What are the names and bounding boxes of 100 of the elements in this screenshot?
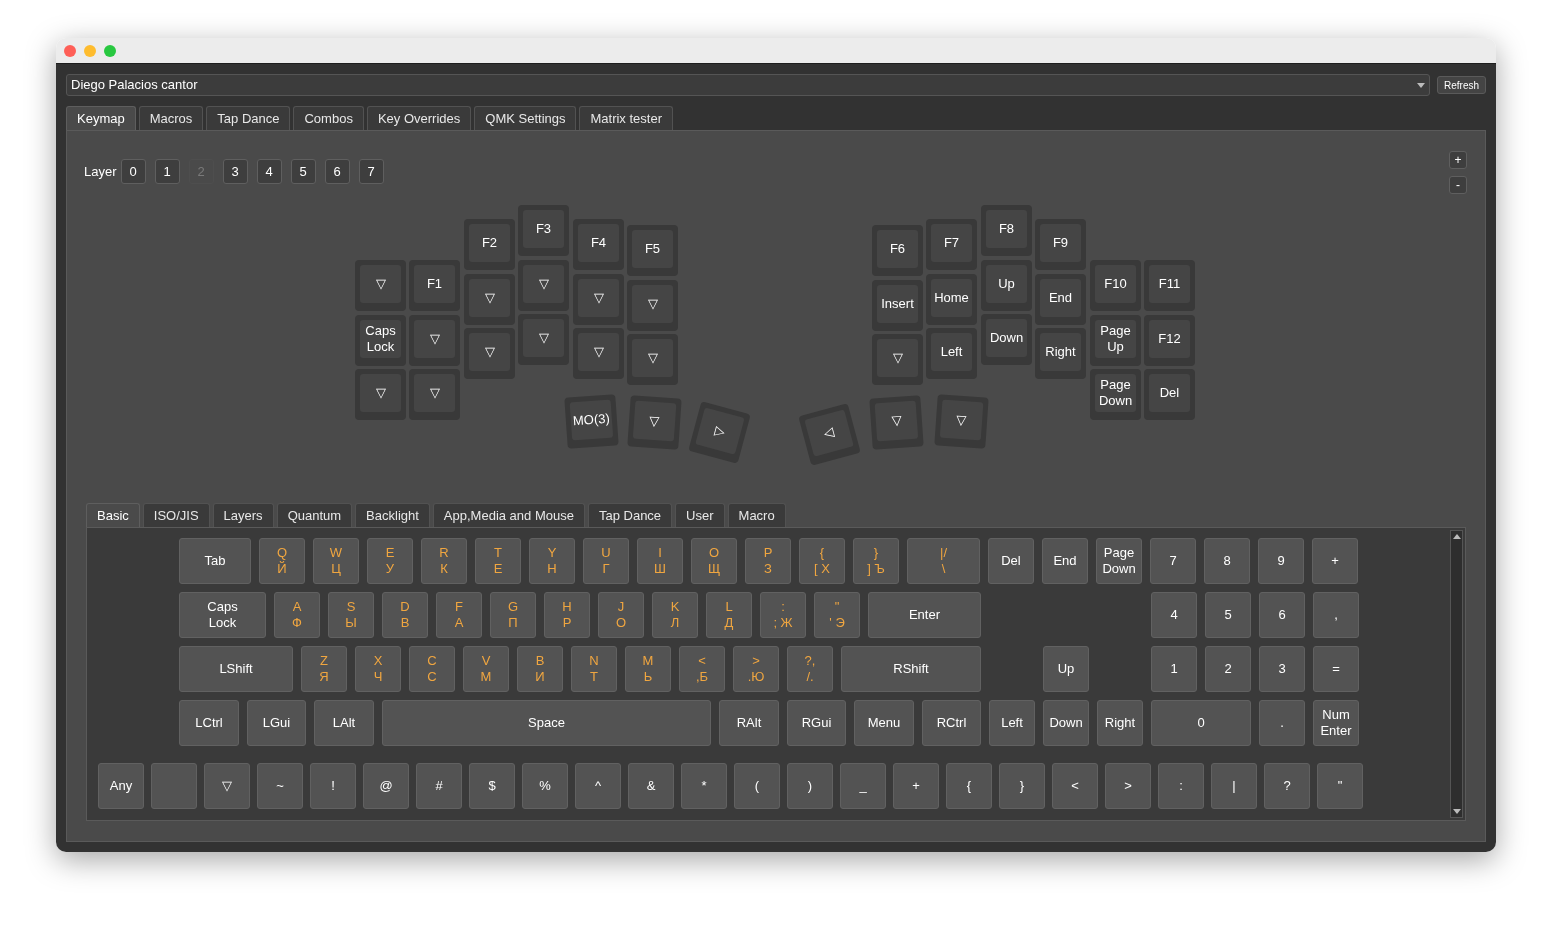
key[interactable]: 3 <box>1259 646 1305 692</box>
key[interactable]: A Ф <box>274 592 320 638</box>
key[interactable]: R К <box>421 538 467 584</box>
layer-button[interactable]: 1 <box>154 159 180 184</box>
key[interactable]: % <box>522 763 568 809</box>
keycap[interactable]: Del <box>1144 369 1195 420</box>
key[interactable]: 4 <box>1151 592 1197 638</box>
keycap[interactable]: Up <box>981 259 1032 311</box>
key[interactable]: RCtrl <box>922 700 981 746</box>
key[interactable]: F А <box>436 592 482 638</box>
keycap[interactable]: ▽ <box>934 394 989 449</box>
key[interactable]: > <box>1105 763 1151 809</box>
scroll-down-icon[interactable] <box>1452 809 1461 814</box>
key[interactable]: : ; Ж <box>760 592 806 638</box>
key[interactable]: Caps Lock <box>179 592 266 638</box>
key[interactable]: T Е <box>475 538 521 584</box>
zoom-out-button[interactable]: - <box>1449 176 1467 194</box>
tab[interactable]: Layers <box>212 503 274 527</box>
refresh-button[interactable]: Refresh <box>1437 76 1486 94</box>
key[interactable]: Left <box>989 700 1035 746</box>
keycap[interactable]: End <box>1035 273 1086 325</box>
keycap[interactable]: ▽ <box>409 314 460 366</box>
key[interactable]: { <box>946 763 992 809</box>
keycap[interactable]: F1 <box>409 260 460 311</box>
maximize-button[interactable] <box>104 44 116 57</box>
key[interactable]: P З <box>745 538 791 584</box>
key[interactable]: ?, /. <box>787 646 833 692</box>
tab[interactable]: Quantum <box>276 503 353 527</box>
key[interactable]: I Ш <box>637 538 683 584</box>
keycap[interactable]: Left <box>926 328 977 379</box>
keycap[interactable]: ▽ <box>573 273 624 325</box>
layer-button[interactable]: 7 <box>358 159 384 184</box>
keycap[interactable]: ▽ <box>409 369 460 420</box>
key[interactable]: Menu <box>854 700 914 746</box>
key[interactable]: + <box>1312 538 1358 584</box>
tab[interactable]: Matrix tester <box>579 106 673 130</box>
keycap[interactable]: Page Down <box>1090 369 1141 420</box>
scrollbar[interactable] <box>1450 530 1463 818</box>
key[interactable]: Any <box>98 763 144 809</box>
key[interactable]: Z Я <box>301 646 347 692</box>
tab[interactable]: QMK Settings <box>474 106 577 130</box>
key[interactable]: 5 <box>1205 592 1251 638</box>
key[interactable]: Space <box>382 700 711 746</box>
key[interactable]: Down <box>1043 700 1089 746</box>
layer-button[interactable]: 4 <box>256 159 282 184</box>
key[interactable]: Page Down <box>1096 538 1142 584</box>
layer-button[interactable]: 5 <box>290 159 316 184</box>
keycap[interactable]: F5 <box>627 225 678 276</box>
key[interactable]: H Р <box>544 592 590 638</box>
key[interactable]: > .Ю <box>733 646 779 692</box>
key[interactable]: } <box>999 763 1045 809</box>
key[interactable]: 8 <box>1204 538 1250 584</box>
keycap[interactable]: ▽ <box>869 395 924 450</box>
key[interactable]: N Т <box>571 646 617 692</box>
key[interactable]: E У <box>367 538 413 584</box>
key[interactable] <box>151 763 197 809</box>
key[interactable]: M Ь <box>625 646 671 692</box>
key[interactable]: " ' Э <box>814 592 860 638</box>
key[interactable]: @ <box>363 763 409 809</box>
key[interactable]: < ,Б <box>679 646 725 692</box>
layer-button[interactable]: 0 <box>120 159 146 184</box>
key[interactable]: RAlt <box>719 700 779 746</box>
key[interactable]: B И <box>517 646 563 692</box>
keycap[interactable]: F7 <box>926 219 977 270</box>
keycap[interactable]: ▽ <box>355 260 406 311</box>
key[interactable]: End <box>1042 538 1088 584</box>
tab[interactable]: Tap Dance <box>587 503 673 527</box>
tab[interactable]: Macro <box>727 503 786 527</box>
device-select[interactable]: Diego Palacios cantor <box>66 74 1430 96</box>
keycap[interactable]: Insert <box>872 279 923 331</box>
key[interactable]: 9 <box>1258 538 1304 584</box>
tab[interactable]: ISO/JIS <box>142 503 210 527</box>
key[interactable]: # <box>416 763 462 809</box>
keycap[interactable]: ▽ <box>627 395 682 450</box>
key[interactable]: ~ <box>257 763 303 809</box>
key[interactable]: Num Enter <box>1313 700 1359 746</box>
keycap[interactable]: F10 <box>1090 260 1141 311</box>
key[interactable]: LCtrl <box>179 700 239 746</box>
keycap[interactable]: ▷ <box>688 401 751 464</box>
key[interactable]: C С <box>409 646 455 692</box>
keycap[interactable]: Down <box>981 314 1032 365</box>
tab[interactable]: App,Media and Mouse <box>432 503 585 527</box>
keycap[interactable]: F8 <box>981 205 1032 256</box>
keycap[interactable]: ▽ <box>464 328 515 379</box>
scroll-up-icon[interactable] <box>1452 534 1461 539</box>
layer-button[interactable]: 6 <box>324 159 350 184</box>
key[interactable]: . <box>1259 700 1305 746</box>
tab[interactable]: Basic <box>86 503 140 527</box>
key[interactable]: LShift <box>179 646 293 692</box>
key[interactable]: RShift <box>841 646 981 692</box>
key[interactable]: ( <box>734 763 780 809</box>
minimize-button[interactable] <box>84 44 96 57</box>
keycap[interactable]: Caps Lock <box>355 314 406 366</box>
key[interactable]: V М <box>463 646 509 692</box>
key[interactable]: 0 <box>1151 700 1251 746</box>
keycap[interactable]: MO(3) <box>564 394 619 449</box>
key[interactable]: 2 <box>1205 646 1251 692</box>
keycap[interactable]: F9 <box>1035 219 1086 270</box>
key[interactable]: |/ \ <box>907 538 980 584</box>
key[interactable]: X Ч <box>355 646 401 692</box>
